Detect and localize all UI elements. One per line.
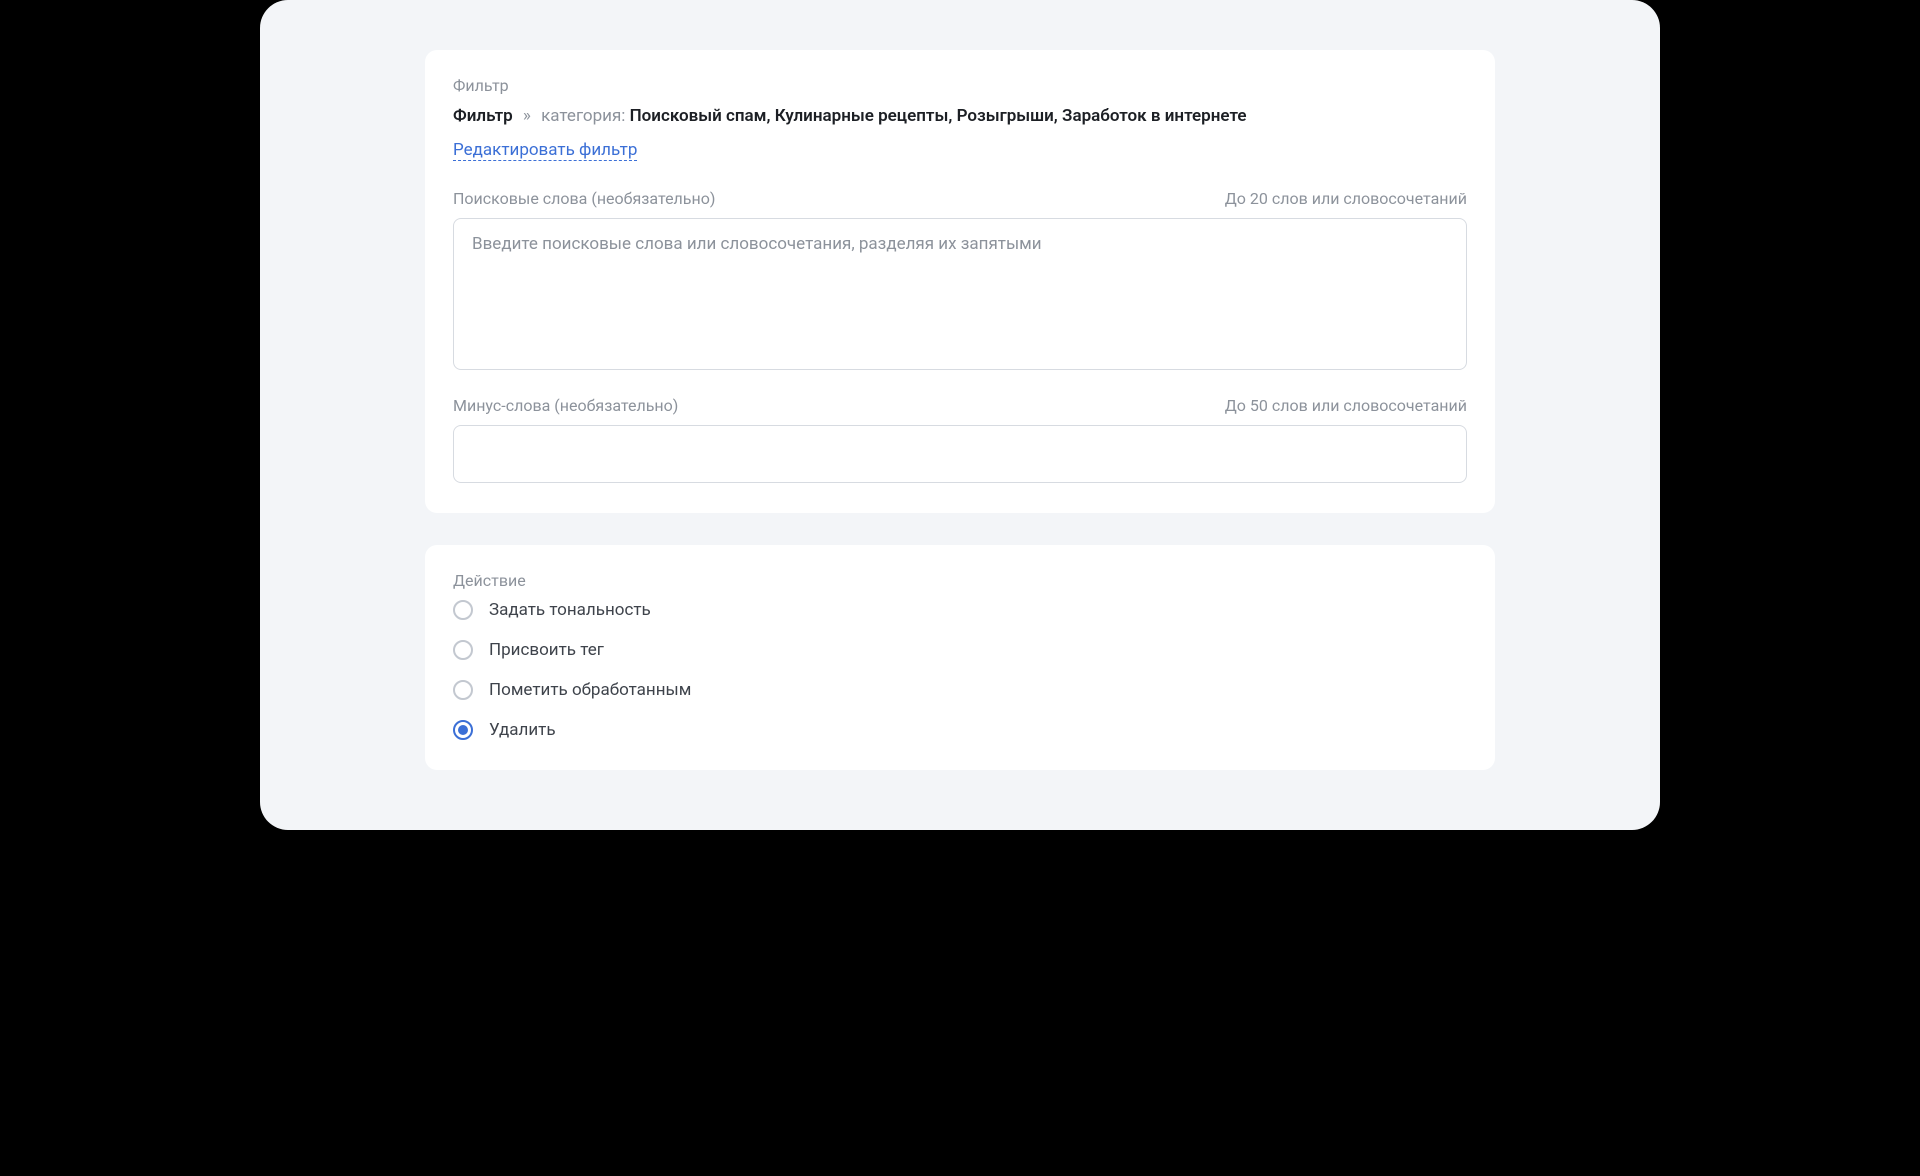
- action-option[interactable]: Удалить: [453, 720, 1467, 740]
- filter-card: Фильтр Фильтр » категория: Поисковый спа…: [425, 50, 1495, 513]
- search-words-field: Поисковые слова (необязательно) До 20 сл…: [453, 189, 1467, 374]
- filter-section-label: Фильтр: [453, 76, 1467, 95]
- action-option-label: Задать тональность: [489, 600, 651, 620]
- action-option-label: Присвоить тег: [489, 640, 604, 660]
- action-option[interactable]: Пометить обработанным: [453, 680, 1467, 700]
- action-radio-group: Задать тональность Присвоить тег Пометить …: [453, 600, 1467, 740]
- search-words-limit: До 20 слов или словосочетаний: [1225, 189, 1467, 208]
- breadcrumb-separator: »: [523, 106, 531, 126]
- action-option[interactable]: Присвоить тег: [453, 640, 1467, 660]
- action-option-label: Пометить обработанным: [489, 680, 691, 700]
- action-card: Действие Задать тональность Присвоить тег…: [425, 545, 1495, 770]
- search-words-label: Поисковые слова (необязательно): [453, 189, 715, 208]
- filter-breadcrumb: Фильтр » категория: Поисковый спам, Кули…: [453, 103, 1467, 130]
- negative-words-limit: До 50 слов или словосочетаний: [1225, 396, 1467, 415]
- radio-icon: [453, 600, 473, 620]
- radio-icon: [453, 640, 473, 660]
- action-option[interactable]: Задать тональность: [453, 600, 1467, 620]
- action-option-label: Удалить: [489, 720, 556, 740]
- edit-filter-link[interactable]: Редактировать фильтр: [453, 140, 637, 161]
- search-words-input[interactable]: [453, 218, 1467, 370]
- negative-words-label: Минус-слова (необязательно): [453, 396, 678, 415]
- breadcrumb-category-values: Поисковый спам, Кулинарные рецепты, Розы…: [630, 106, 1247, 126]
- breadcrumb-filter-word: Фильтр: [453, 106, 513, 126]
- radio-icon: [453, 720, 473, 740]
- negative-words-input[interactable]: [453, 425, 1467, 483]
- radio-icon: [453, 680, 473, 700]
- breadcrumb-category-label: категория:: [541, 106, 625, 126]
- negative-words-field: Минус-слова (необязательно) До 50 слов и…: [453, 396, 1467, 483]
- action-section-label: Действие: [453, 571, 1467, 590]
- page-frame: Фильтр Фильтр » категория: Поисковый спа…: [260, 0, 1660, 830]
